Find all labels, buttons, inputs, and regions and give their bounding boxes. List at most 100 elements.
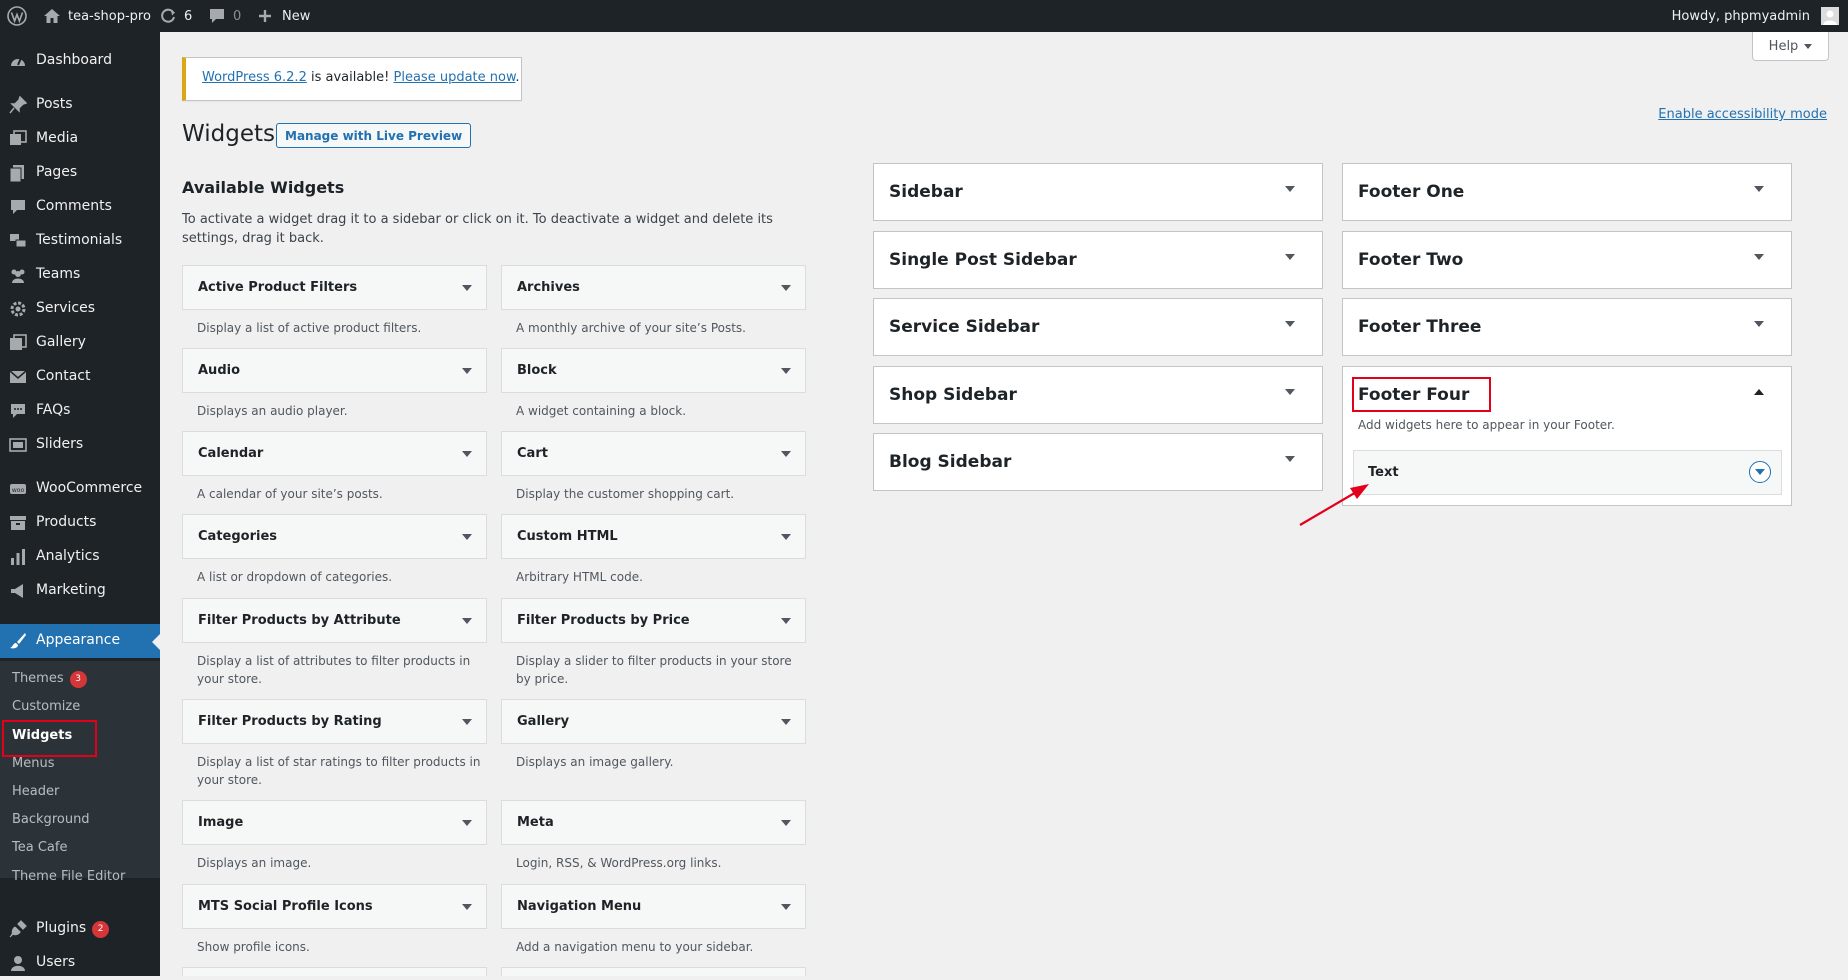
caret-down-icon[interactable] — [781, 451, 791, 457]
widget-area-footer-two[interactable]: Footer Two — [1342, 231, 1792, 289]
caret-down-icon[interactable] — [781, 820, 791, 826]
widget-description: Displays an audio player. — [197, 404, 348, 418]
wordpress-logo-icon[interactable] — [7, 0, 27, 32]
home-icon[interactable] — [43, 0, 61, 32]
comment-icon[interactable] — [208, 0, 226, 32]
sidebar-item-products[interactable]: Products — [0, 506, 160, 540]
widget-area-shop-sidebar[interactable]: Shop Sidebar — [873, 366, 1323, 424]
caret-down-icon[interactable] — [1285, 456, 1295, 462]
caret-down-icon[interactable] — [1285, 186, 1295, 192]
enable-accessibility-mode-link[interactable]: Enable accessibility mode — [1658, 107, 1827, 122]
caret-down-icon[interactable] — [462, 534, 472, 540]
widget-active-product-filters[interactable]: Active Product Filters — [182, 265, 487, 310]
sidebar-item-appearance[interactable]: Appearance — [0, 624, 160, 658]
widget-navigation-menu[interactable]: Navigation Menu — [501, 884, 806, 929]
sidebar-item-pages[interactable]: Pages — [0, 156, 160, 190]
new-content-link[interactable]: New — [282, 0, 310, 32]
widget-area-footer-one[interactable]: Footer One — [1342, 163, 1792, 221]
caret-down-icon[interactable] — [462, 368, 472, 374]
widget-image[interactable]: Image — [182, 800, 487, 845]
submenu-item-customize[interactable]: Customize — [12, 699, 80, 714]
widget-area-service-sidebar[interactable]: Service Sidebar — [873, 298, 1323, 356]
caret-down-icon[interactable] — [781, 534, 791, 540]
sidebar-item-sliders[interactable]: Sliders — [0, 428, 160, 462]
sidebar-item-testimonials[interactable]: Testimonials — [0, 224, 160, 258]
sidebar-item-gallery[interactable]: Gallery — [0, 326, 160, 360]
caret-down-icon[interactable] — [781, 719, 791, 725]
updates-icon[interactable] — [159, 0, 177, 32]
plus-icon[interactable] — [258, 0, 272, 32]
update-now-link[interactable]: Please update now — [394, 70, 516, 85]
caret-down-icon[interactable] — [781, 368, 791, 374]
widget-area-sidebar[interactable]: Sidebar — [873, 163, 1323, 221]
sidebar-item-media[interactable]: Media — [0, 122, 160, 156]
help-button[interactable]: Help — [1752, 32, 1829, 61]
widget-filter-by-price[interactable]: Filter Products by Price — [501, 598, 806, 643]
widget-filter-by-attribute[interactable]: Filter Products by Attribute — [182, 598, 487, 643]
sidebar-item-analytics[interactable]: Analytics — [0, 540, 160, 574]
updates-count[interactable]: 6 — [184, 0, 192, 32]
caret-down-icon[interactable] — [462, 820, 472, 826]
widget-gallery[interactable]: Gallery — [501, 699, 806, 744]
sidebar-item-contact[interactable]: Contact — [0, 360, 160, 394]
sidebar-item-users[interactable]: Users — [0, 946, 160, 980]
caret-down-icon[interactable] — [462, 618, 472, 624]
caret-down-icon[interactable] — [462, 285, 472, 291]
widget-meta[interactable]: Meta — [501, 800, 806, 845]
sidebar-item-dashboard[interactable]: Dashboard — [0, 44, 160, 78]
footer-four-text-widget[interactable]: Text — [1353, 450, 1782, 495]
sidebar-item-comments[interactable]: Comments — [0, 190, 160, 224]
sidebar-item-plugins[interactable]: Plugins 2 — [0, 912, 160, 946]
submenu-item-theme-file-editor[interactable]: Theme File Editor — [12, 869, 125, 884]
comments-count[interactable]: 0 — [233, 0, 241, 32]
caret-down-icon[interactable] — [1285, 254, 1295, 260]
widget-filter-by-rating[interactable]: Filter Products by Rating — [182, 699, 487, 744]
sidebar-item-posts[interactable]: Posts — [0, 88, 160, 122]
caret-down-icon[interactable] — [1754, 254, 1764, 260]
caret-down-icon[interactable] — [1285, 321, 1295, 327]
widget-calendar[interactable]: Calendar — [182, 431, 487, 476]
dashboard-icon — [9, 52, 27, 70]
submenu-item-tea-cafe[interactable]: Tea Cafe — [12, 840, 67, 855]
widget-title: Cart — [517, 446, 548, 461]
update-notice: WordPress 6.2.2 is available! Please upd… — [182, 57, 522, 101]
widget-block[interactable]: Block — [501, 348, 806, 393]
widget-next-row-partial[interactable] — [501, 967, 806, 976]
widget-mts-social-icons[interactable]: MTS Social Profile Icons — [182, 884, 487, 929]
caret-down-icon[interactable] — [1285, 389, 1295, 395]
sidebar-item-woocommerce[interactable]: woo WooCommerce — [0, 472, 160, 506]
sidebar-item-faqs[interactable]: FAQs — [0, 394, 160, 428]
wordpress-version-link[interactable]: WordPress 6.2.2 — [202, 70, 307, 85]
widget-archives[interactable]: Archives — [501, 265, 806, 310]
widget-area-single-post-sidebar[interactable]: Single Post Sidebar — [873, 231, 1323, 289]
howdy-greeting[interactable]: Howdy, phpmyadmin — [1672, 0, 1810, 32]
caret-down-icon[interactable] — [462, 451, 472, 457]
caret-down-icon[interactable] — [781, 904, 791, 910]
caret-down-icon[interactable] — [462, 904, 472, 910]
widget-custom-html[interactable]: Custom HTML — [501, 514, 806, 559]
widget-cart[interactable]: Cart — [501, 431, 806, 476]
caret-down-icon[interactable] — [781, 618, 791, 624]
manage-live-preview-button[interactable]: Manage with Live Preview — [276, 123, 472, 148]
themes-update-badge: 3 — [69, 671, 87, 688]
submenu-item-background[interactable]: Background — [12, 812, 90, 827]
sidebar-item-teams[interactable]: Teams — [0, 258, 160, 292]
submenu-item-header[interactable]: Header — [12, 784, 59, 799]
caret-down-icon[interactable] — [1754, 321, 1764, 327]
caret-down-icon[interactable] — [781, 285, 791, 291]
widget-area-footer-three[interactable]: Footer Three — [1342, 298, 1792, 356]
widget-next-row-partial[interactable] — [182, 967, 487, 976]
caret-down-icon[interactable] — [1754, 186, 1764, 192]
caret-up-icon[interactable] — [1754, 389, 1764, 395]
widget-area-blog-sidebar[interactable]: Blog Sidebar — [873, 433, 1323, 491]
avatar[interactable] — [1821, 0, 1839, 32]
caret-down-icon[interactable] — [462, 719, 472, 725]
widget-audio[interactable]: Audio — [182, 348, 487, 393]
widget-toggle-icon[interactable] — [1749, 461, 1771, 483]
submenu-item-themes[interactable]: Themes 3 — [12, 671, 87, 688]
widget-categories[interactable]: Categories — [182, 514, 487, 559]
sidebar-item-marketing[interactable]: Marketing — [0, 574, 160, 608]
site-name-link[interactable]: tea-shop-pro — [68, 0, 151, 32]
submenu-item-menus[interactable]: Menus — [12, 756, 54, 771]
sidebar-item-services[interactable]: Services — [0, 292, 160, 326]
